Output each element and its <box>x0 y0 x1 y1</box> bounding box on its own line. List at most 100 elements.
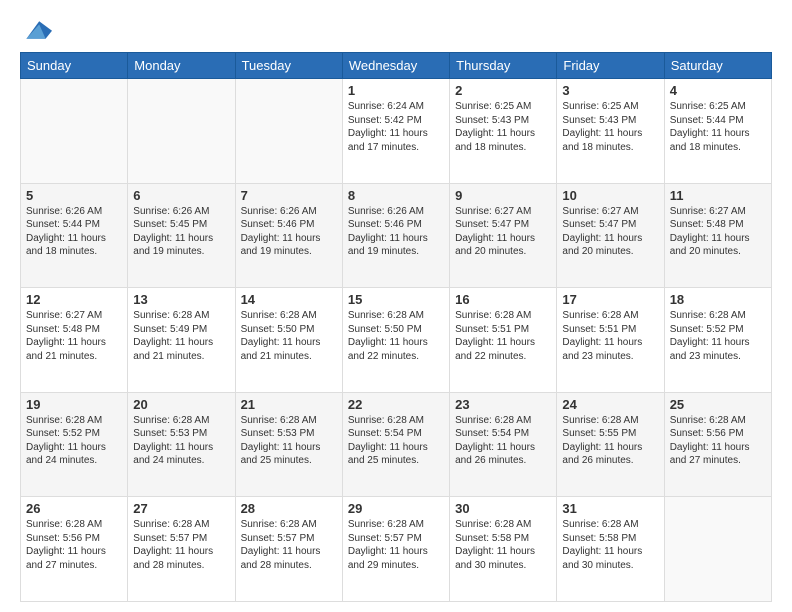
day-info: Sunrise: 6:28 AM Sunset: 5:52 PM Dayligh… <box>670 309 766 363</box>
day-number: 21 <box>241 397 337 412</box>
day-info: Sunrise: 6:28 AM Sunset: 5:57 PM Dayligh… <box>348 518 444 572</box>
day-info: Sunrise: 6:28 AM Sunset: 5:56 PM Dayligh… <box>26 518 122 572</box>
day-info: Sunrise: 6:26 AM Sunset: 5:45 PM Dayligh… <box>133 205 229 259</box>
calendar-cell: 8 Sunrise: 6:26 AM Sunset: 5:46 PM Daylig… <box>342 183 449 288</box>
calendar-cell: 23 Sunrise: 6:28 AM Sunset: 5:54 PM Dayli… <box>450 392 557 497</box>
page: SundayMondayTuesdayWednesdayThursdayFrid… <box>0 0 792 612</box>
day-number: 3 <box>562 83 658 98</box>
day-number: 30 <box>455 501 551 516</box>
day-info: Sunrise: 6:28 AM Sunset: 5:53 PM Dayligh… <box>133 414 229 468</box>
day-number: 29 <box>348 501 444 516</box>
calendar-cell: 6 Sunrise: 6:26 AM Sunset: 5:45 PM Daylig… <box>128 183 235 288</box>
calendar-cell: 22 Sunrise: 6:28 AM Sunset: 5:54 PM Dayli… <box>342 392 449 497</box>
day-info: Sunrise: 6:28 AM Sunset: 5:54 PM Dayligh… <box>455 414 551 468</box>
calendar-cell: 4Sunrise: 6:25 AM Sunset: 5:44 PM Daylig… <box>664 79 771 184</box>
day-info: Sunrise: 6:28 AM Sunset: 5:54 PM Dayligh… <box>348 414 444 468</box>
calendar-cell <box>235 79 342 184</box>
day-info: Sunrise: 6:27 AM Sunset: 5:47 PM Dayligh… <box>562 205 658 259</box>
weekday-header-wednesday: Wednesday <box>342 53 449 79</box>
calendar-week-4: 19 Sunrise: 6:28 AM Sunset: 5:52 PM Dayli… <box>21 392 772 497</box>
calendar-cell: 20Sunrise: 6:28 AM Sunset: 5:53 PM Dayli… <box>128 392 235 497</box>
logo-icon <box>20 16 52 44</box>
day-info: Sunrise: 6:26 AM Sunset: 5:44 PM Dayligh… <box>26 205 122 259</box>
calendar-week-5: 26 Sunrise: 6:28 AM Sunset: 5:56 PM Dayli… <box>21 497 772 602</box>
calendar-cell: 15 Sunrise: 6:28 AM Sunset: 5:50 PM Dayli… <box>342 288 449 393</box>
weekday-header-row: SundayMondayTuesdayWednesdayThursdayFrid… <box>21 53 772 79</box>
day-number: 19 <box>26 397 122 412</box>
calendar-cell: 25Sunrise: 6:28 AM Sunset: 5:56 PM Dayli… <box>664 392 771 497</box>
day-number: 16 <box>455 292 551 307</box>
weekday-header-saturday: Saturday <box>664 53 771 79</box>
calendar-cell: 10 Sunrise: 6:27 AM Sunset: 5:47 PM Dayli… <box>557 183 664 288</box>
logo <box>20 16 56 44</box>
day-info: Sunrise: 6:28 AM Sunset: 5:51 PM Dayligh… <box>562 309 658 363</box>
day-number: 27 <box>133 501 229 516</box>
calendar-cell: 3 Sunrise: 6:25 AM Sunset: 5:43 PM Daylig… <box>557 79 664 184</box>
day-number: 26 <box>26 501 122 516</box>
day-info: Sunrise: 6:28 AM Sunset: 5:53 PM Dayligh… <box>241 414 337 468</box>
day-number: 7 <box>241 188 337 203</box>
calendar-cell: 1Sunrise: 6:24 AM Sunset: 5:42 PM Daylig… <box>342 79 449 184</box>
day-info: Sunrise: 6:28 AM Sunset: 5:55 PM Dayligh… <box>562 414 658 468</box>
day-info: Sunrise: 6:25 AM Sunset: 5:43 PM Dayligh… <box>455 100 551 154</box>
calendar-cell <box>664 497 771 602</box>
calendar-cell: 7 Sunrise: 6:26 AM Sunset: 5:46 PM Daylig… <box>235 183 342 288</box>
day-number: 13 <box>133 292 229 307</box>
day-info: Sunrise: 6:27 AM Sunset: 5:48 PM Dayligh… <box>670 205 766 259</box>
day-info: Sunrise: 6:28 AM Sunset: 5:51 PM Dayligh… <box>455 309 551 363</box>
weekday-header-monday: Monday <box>128 53 235 79</box>
day-info: Sunrise: 6:28 AM Sunset: 5:50 PM Dayligh… <box>241 309 337 363</box>
day-number: 31 <box>562 501 658 516</box>
day-info: Sunrise: 6:26 AM Sunset: 5:46 PM Dayligh… <box>241 205 337 259</box>
day-info: Sunrise: 6:24 AM Sunset: 5:42 PM Dayligh… <box>348 100 444 154</box>
header <box>20 16 772 44</box>
calendar-week-3: 12Sunrise: 6:27 AM Sunset: 5:48 PM Dayli… <box>21 288 772 393</box>
day-number: 25 <box>670 397 766 412</box>
calendar-cell: 11 Sunrise: 6:27 AM Sunset: 5:48 PM Dayli… <box>664 183 771 288</box>
day-number: 10 <box>562 188 658 203</box>
calendar-week-1: 1Sunrise: 6:24 AM Sunset: 5:42 PM Daylig… <box>21 79 772 184</box>
calendar-cell: 5Sunrise: 6:26 AM Sunset: 5:44 PM Daylig… <box>21 183 128 288</box>
day-number: 17 <box>562 292 658 307</box>
calendar-cell <box>128 79 235 184</box>
weekday-header-sunday: Sunday <box>21 53 128 79</box>
calendar-cell: 14 Sunrise: 6:28 AM Sunset: 5:50 PM Dayli… <box>235 288 342 393</box>
calendar-cell: 9Sunrise: 6:27 AM Sunset: 5:47 PM Daylig… <box>450 183 557 288</box>
day-number: 4 <box>670 83 766 98</box>
day-info: Sunrise: 6:28 AM Sunset: 5:58 PM Dayligh… <box>562 518 658 572</box>
day-info: Sunrise: 6:25 AM Sunset: 5:43 PM Dayligh… <box>562 100 658 154</box>
day-number: 11 <box>670 188 766 203</box>
calendar-cell: 29 Sunrise: 6:28 AM Sunset: 5:57 PM Dayli… <box>342 497 449 602</box>
day-number: 14 <box>241 292 337 307</box>
day-info: Sunrise: 6:26 AM Sunset: 5:46 PM Dayligh… <box>348 205 444 259</box>
day-number: 6 <box>133 188 229 203</box>
day-info: Sunrise: 6:28 AM Sunset: 5:58 PM Dayligh… <box>455 518 551 572</box>
day-info: Sunrise: 6:28 AM Sunset: 5:52 PM Dayligh… <box>26 414 122 468</box>
weekday-header-tuesday: Tuesday <box>235 53 342 79</box>
day-number: 12 <box>26 292 122 307</box>
calendar-cell: 2Sunrise: 6:25 AM Sunset: 5:43 PM Daylig… <box>450 79 557 184</box>
day-number: 8 <box>348 188 444 203</box>
calendar-cell: 26 Sunrise: 6:28 AM Sunset: 5:56 PM Dayli… <box>21 497 128 602</box>
calendar-cell: 17 Sunrise: 6:28 AM Sunset: 5:51 PM Dayli… <box>557 288 664 393</box>
calendar-cell: 19 Sunrise: 6:28 AM Sunset: 5:52 PM Dayli… <box>21 392 128 497</box>
calendar-cell: 30 Sunrise: 6:28 AM Sunset: 5:58 PM Dayli… <box>450 497 557 602</box>
calendar-cell: 12Sunrise: 6:27 AM Sunset: 5:48 PM Dayli… <box>21 288 128 393</box>
weekday-header-thursday: Thursday <box>450 53 557 79</box>
calendar-cell: 18 Sunrise: 6:28 AM Sunset: 5:52 PM Dayli… <box>664 288 771 393</box>
day-info: Sunrise: 6:28 AM Sunset: 5:50 PM Dayligh… <box>348 309 444 363</box>
day-number: 15 <box>348 292 444 307</box>
day-number: 18 <box>670 292 766 307</box>
weekday-header-friday: Friday <box>557 53 664 79</box>
calendar-table: SundayMondayTuesdayWednesdayThursdayFrid… <box>20 52 772 602</box>
day-number: 23 <box>455 397 551 412</box>
day-number: 22 <box>348 397 444 412</box>
calendar-cell: 16 Sunrise: 6:28 AM Sunset: 5:51 PM Dayli… <box>450 288 557 393</box>
calendar-cell: 31 Sunrise: 6:28 AM Sunset: 5:58 PM Dayli… <box>557 497 664 602</box>
calendar-cell: 24Sunrise: 6:28 AM Sunset: 5:55 PM Dayli… <box>557 392 664 497</box>
calendar-cell: 27Sunrise: 6:28 AM Sunset: 5:57 PM Dayli… <box>128 497 235 602</box>
calendar-week-2: 5Sunrise: 6:26 AM Sunset: 5:44 PM Daylig… <box>21 183 772 288</box>
calendar-cell <box>21 79 128 184</box>
day-number: 28 <box>241 501 337 516</box>
day-number: 9 <box>455 188 551 203</box>
